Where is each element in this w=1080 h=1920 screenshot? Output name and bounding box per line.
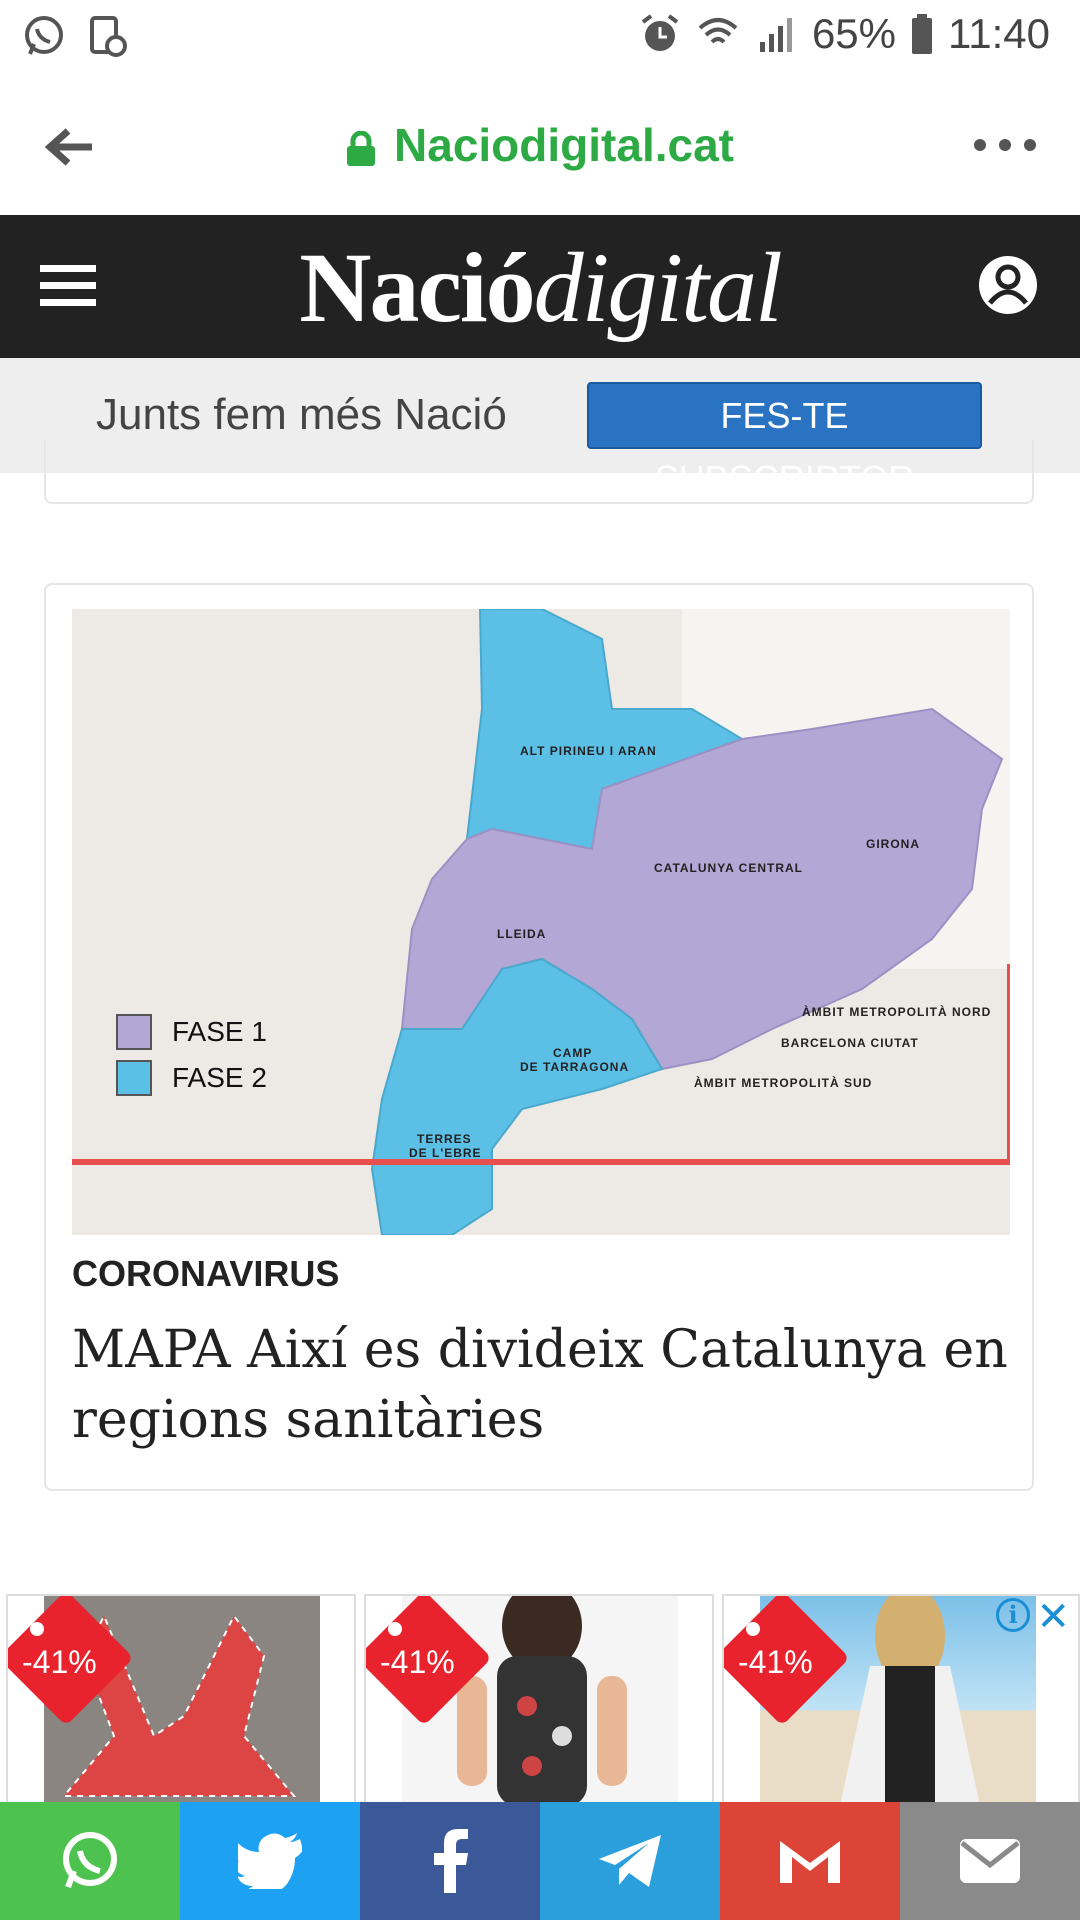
discount-text: -41% (22, 1644, 97, 1680)
previous-card (44, 440, 1034, 504)
address-bar[interactable]: Naciodigital.cat (0, 118, 1080, 172)
region-label: ALT PIRINEU I ARAN (520, 744, 657, 758)
whatsapp-icon (63, 1832, 117, 1889)
region-label: CAMP (553, 1046, 593, 1060)
battery-percent: 65% (811, 10, 896, 57)
battery-icon (912, 14, 932, 54)
signal-icon (759, 18, 792, 52)
share-facebook-button[interactable] (360, 1802, 540, 1920)
article-card[interactable]: ALT PIRINEU I ARAN CATALUNYA CENTRAL GIR… (44, 583, 1034, 1491)
wifi-icon (698, 18, 738, 44)
user-icon[interactable] (978, 255, 1038, 315)
region-label: LLEIDA (497, 927, 547, 941)
map-graphic (72, 609, 1010, 1235)
region-label: DE TARRAGONA (520, 1060, 630, 1074)
share-whatsapp-button[interactable] (0, 1802, 180, 1920)
ad-item[interactable]: -41% (364, 1594, 714, 1804)
share-gmail-button[interactable] (720, 1802, 900, 1920)
badge-dot (388, 1622, 402, 1636)
status-bar: 65% 11:40 (0, 0, 1080, 75)
article-category[interactable]: CORONAVIRUS (72, 1253, 339, 1295)
telegram-icon (599, 1835, 661, 1887)
legend-swatch (116, 1060, 152, 1096)
ad-carousel: -41% -41% -41% i ✕ (0, 1594, 1080, 1804)
share-bar (0, 1802, 1080, 1920)
legend-label: FASE 1 (172, 1016, 267, 1047)
region-label: ÀMBIT METROPOLITÀ NORD (802, 1005, 992, 1019)
discount-text: -41% (738, 1644, 813, 1680)
badge-dot (30, 1622, 44, 1636)
logo-part1: Nació (299, 232, 535, 343)
legend-label: FASE 2 (172, 1062, 267, 1093)
twitter-icon (238, 1833, 302, 1889)
share-twitter-button[interactable] (180, 1802, 360, 1920)
site-header: Naciódigital (0, 215, 1080, 358)
subscribe-button[interactable]: FES-TE SUBSCRIPTOR (587, 382, 982, 499)
region-label: BARCELONA CIUTAT (781, 1036, 919, 1050)
discount-text: -41% (380, 1644, 455, 1680)
region-label: TERRES (417, 1132, 472, 1146)
browser-toolbar: Naciodigital.cat (0, 75, 1080, 215)
email-icon (960, 1839, 1020, 1883)
map-legend: FASE 1 FASE 2 (116, 1009, 267, 1101)
more-icon[interactable] (970, 130, 1040, 160)
share-telegram-button[interactable] (540, 1802, 720, 1920)
promo-text: Junts fem més Nació (96, 390, 507, 439)
close-icon[interactable]: ✕ (1036, 1594, 1070, 1640)
info-icon[interactable]: i (996, 1598, 1030, 1632)
alarm-icon (641, 14, 679, 51)
legend-item-fase1: FASE 1 (116, 1009, 267, 1055)
logo-part2: digital (533, 232, 783, 343)
region-label: DE L'EBRE (409, 1146, 482, 1160)
screenshot-icon (90, 16, 127, 57)
facebook-icon (434, 1829, 468, 1893)
legend-item-fase2: FASE 2 (116, 1055, 267, 1101)
ad-item[interactable]: -41% (6, 1594, 356, 1804)
badge-dot (746, 1622, 760, 1636)
clock: 11:40 (948, 10, 1050, 57)
article-map-image[interactable]: ALT PIRINEU I ARAN CATALUNYA CENTRAL GIR… (72, 609, 1010, 1235)
region-label: ÀMBIT METROPOLITÀ SUD (694, 1076, 873, 1090)
gmail-icon (780, 1841, 840, 1883)
lock-icon (347, 130, 376, 166)
legend-swatch (116, 1014, 152, 1050)
whatsapp-icon (25, 16, 63, 55)
region-label: CATALUNYA CENTRAL (654, 861, 803, 875)
site-logo[interactable]: Naciódigital (0, 230, 1080, 345)
region-label: GIRONA (866, 837, 920, 851)
article-headline[interactable]: MAPA Així es divideix Catalunya en regio… (72, 1315, 1012, 1455)
url-text: Naciodigital.cat (394, 119, 734, 171)
share-email-button[interactable] (900, 1802, 1080, 1920)
